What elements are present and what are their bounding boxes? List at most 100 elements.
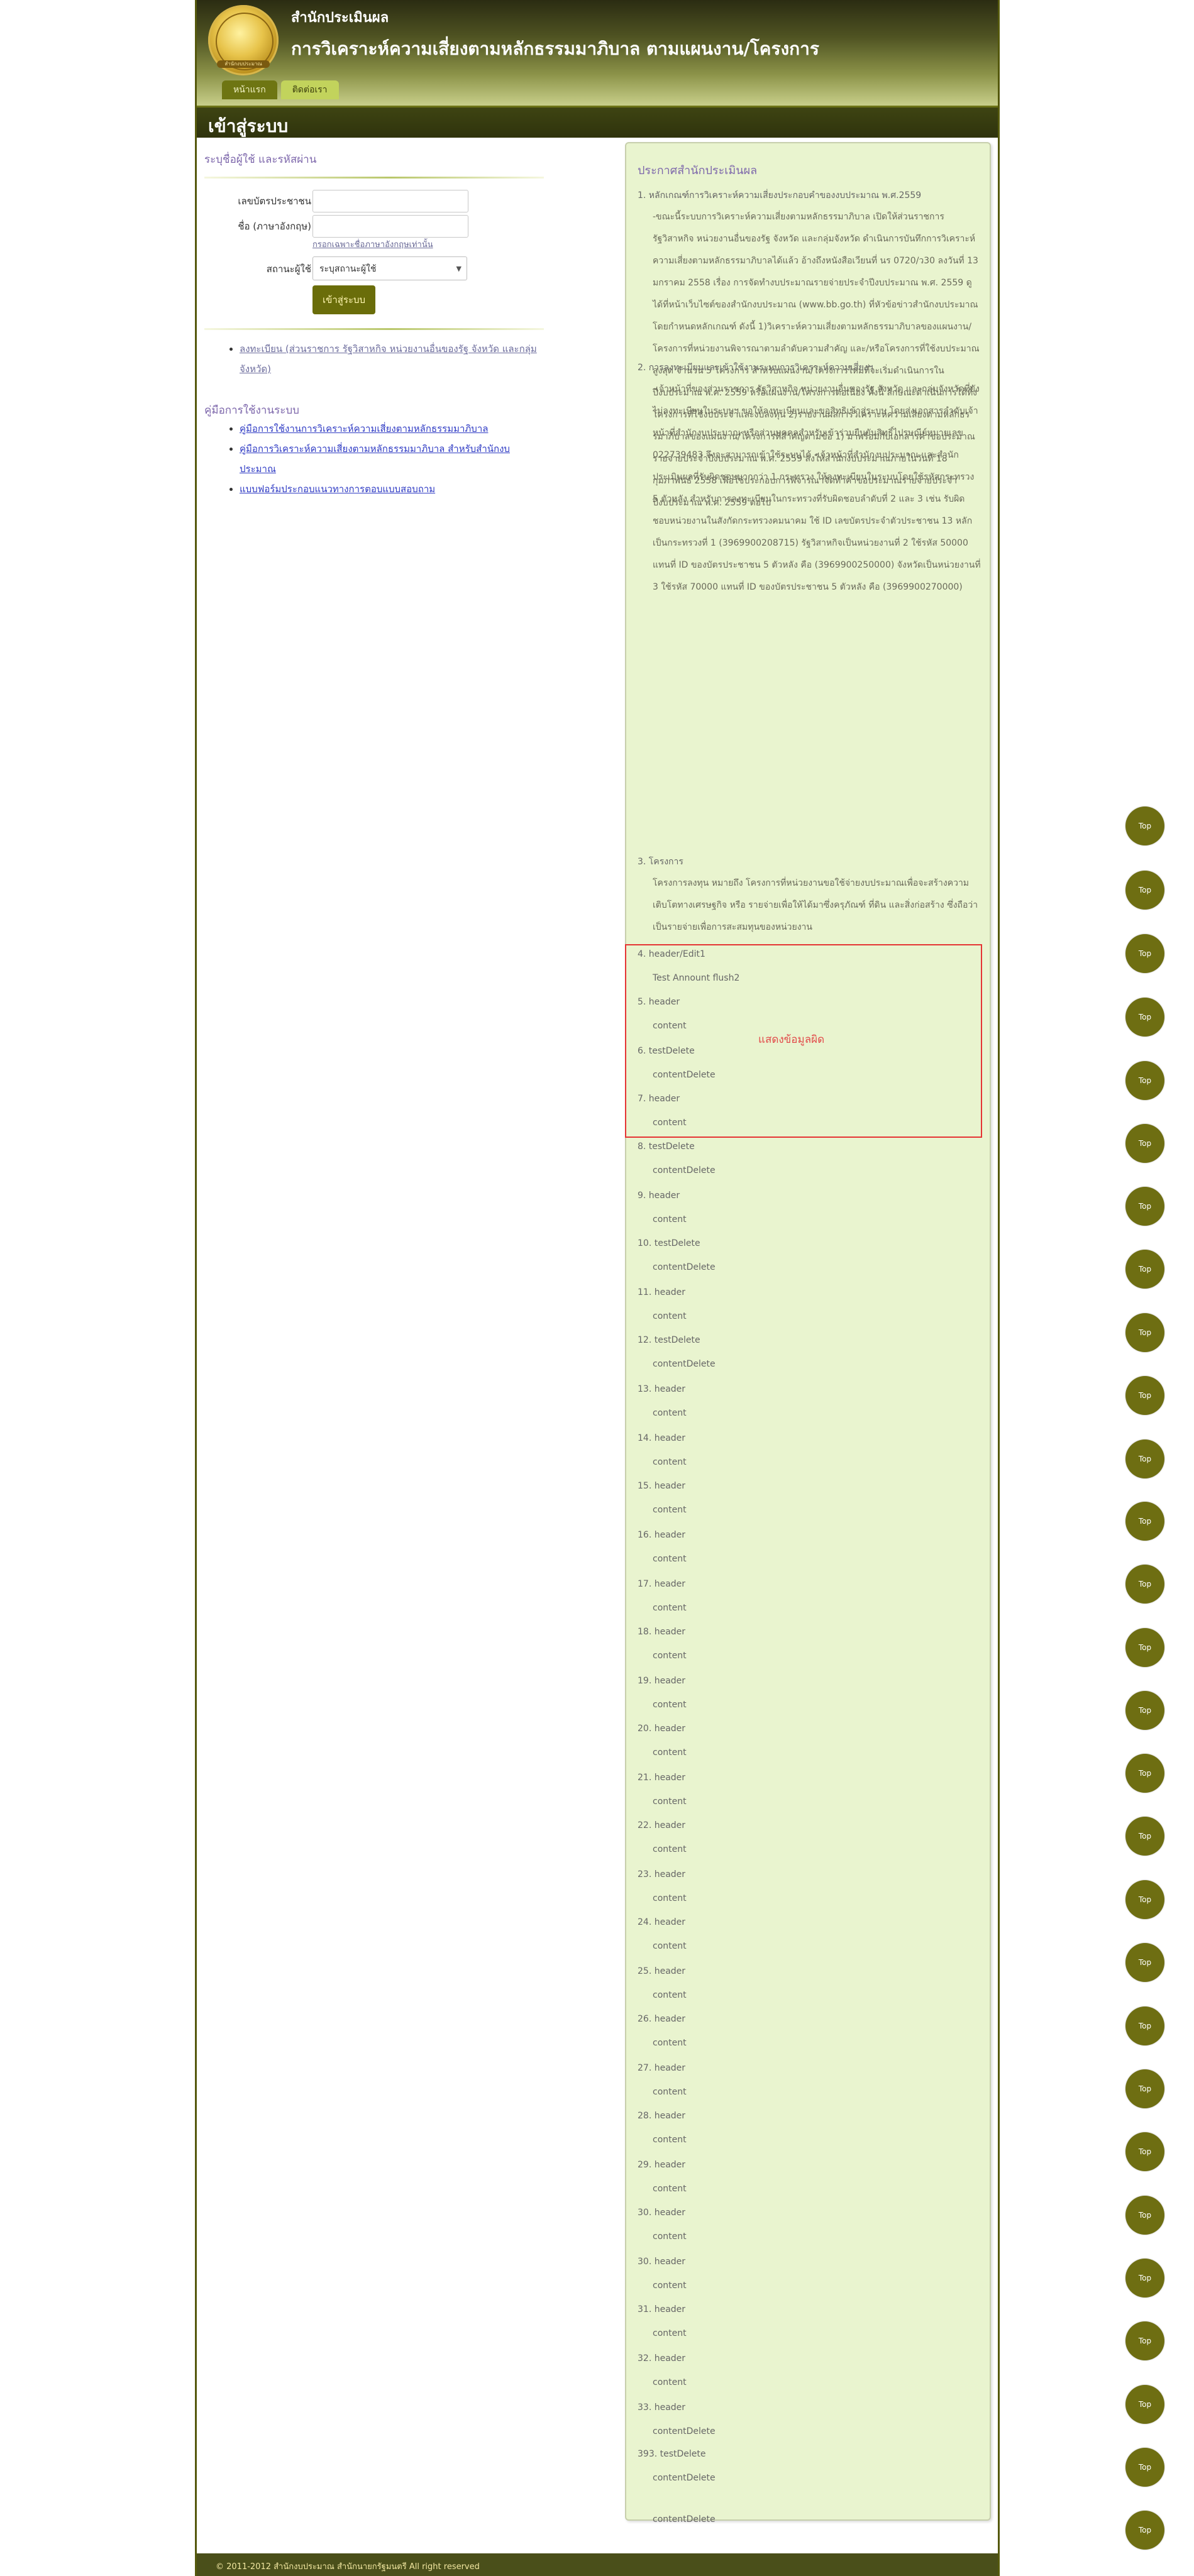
back-to-top-button[interactable]: Top — [1125, 2321, 1164, 2360]
logo-text: สำนักงบประมาณ — [217, 60, 270, 68]
back-to-top-button[interactable]: Top — [1125, 998, 1164, 1037]
back-to-top-button[interactable]: Top — [1125, 2196, 1164, 2235]
name-hint: กรอกเฉพาะชื่อภาษาอังกฤษเท่านั้น — [312, 240, 433, 250]
announcement-item-content: content — [653, 2232, 687, 2242]
announcement-item-content: content — [653, 1893, 687, 1903]
manual-link-usage[interactable]: คู่มือการใช้งานการวิเคราะห์ความเสี่ยงตาม… — [240, 423, 488, 434]
announcement-item-content: content — [653, 1554, 687, 1564]
announcement-item-title: 11. header — [638, 1287, 686, 1297]
announcement-item-title: 2. การลงทะเบียนและเข้าใช้งานระบบการวิเคร… — [638, 363, 873, 373]
error-message: แสดงข้อมูลผิด — [758, 1033, 825, 1046]
announcement-item-title: 33. header — [638, 2403, 686, 2413]
name-row: ชื่อ (ภาษาอังกฤษ) — [204, 212, 544, 238]
back-to-top-button[interactable]: Top — [1125, 806, 1164, 845]
announcement-item-title: 27. header — [638, 2063, 686, 2073]
english-name-input[interactable] — [312, 215, 468, 238]
manual-link-bureau[interactable]: คู่มือการวิเคราะห์ความเสี่ยงตามหลักธรรมม… — [240, 443, 510, 475]
announcement-item-content: content — [653, 1748, 687, 1758]
back-to-top-button[interactable]: Top — [1125, 1565, 1164, 1604]
nav-home[interactable]: หน้าแรก — [222, 80, 277, 99]
back-to-top-button[interactable]: Top — [1125, 1250, 1164, 1289]
announcement-item: 2. การลงทะเบียนและเข้าใช้งานระบบการวิเคร… — [638, 361, 981, 598]
id-row: เลขบัตรประชาชน — [204, 187, 544, 212]
register-list: ลงทะเบียน (ส่วนราชการ รัฐวิสาหกิจ หน่วยง… — [204, 339, 544, 379]
announcement-item-title: 18. header — [638, 1627, 686, 1637]
list-item: คู่มือการใช้งานการวิเคราะห์ความเสี่ยงตาม… — [240, 419, 544, 439]
announcement-item: 17. header content — [638, 1579, 981, 1613]
back-to-top-button[interactable]: Top — [1125, 2132, 1164, 2171]
back-to-top-button[interactable]: Top — [1125, 2385, 1164, 2424]
list-item: ลงทะเบียน (ส่วนราชการ รัฐวิสาหกิจ หน่วยง… — [240, 339, 544, 379]
site-header: สำนักงบประมาณ สำนักประเมินผล การวิเคราะห… — [197, 0, 998, 106]
back-to-top-button[interactable]: Top — [1125, 2069, 1164, 2108]
announcement-item-title: 393. testDelete — [638, 2449, 706, 2459]
announcement-item-content: contentDelete — [653, 1165, 716, 1175]
announcement-item: 30. header content — [638, 2257, 981, 2291]
announcement-item: 393. testDelete contentDelete — [638, 2449, 981, 2483]
nav-contact[interactable]: ติดต่อเรา — [280, 80, 339, 99]
back-to-top-button[interactable]: Top — [1125, 2511, 1164, 2550]
announcement-item: 29. header content — [638, 2160, 981, 2194]
back-to-top-button[interactable]: Top — [1125, 1187, 1164, 1226]
id-label: เลขบัตรประชาชน — [238, 195, 311, 207]
back-to-top-button[interactable]: Top — [1125, 1691, 1164, 1730]
back-to-top-button[interactable]: Top — [1125, 1376, 1164, 1415]
status-select-value: ระบุสถานะผู้ใช้ — [319, 264, 377, 274]
announcement-item-title: 28. header — [638, 2111, 686, 2121]
back-to-top-button[interactable]: Top — [1125, 2006, 1164, 2045]
back-to-top-button[interactable]: Top — [1125, 1502, 1164, 1541]
announcement-item-content: content — [653, 2184, 687, 2194]
status-select[interactable]: ระบุสถานะผู้ใช้ ▼ — [312, 256, 467, 280]
back-to-top-button[interactable]: Top — [1125, 1943, 1164, 1982]
announcement-item-title: 31. header — [638, 2304, 686, 2315]
announcement-item: 18. header content — [638, 1627, 981, 1661]
announcement-item-title: 1. หลักเกณฑ์การวิเคราะห์ความเสี่ยงประกอบ… — [638, 190, 922, 201]
manual-heading: คู่มือการใช้งานระบบ — [204, 404, 299, 417]
announcement-item: 16. header content — [638, 1530, 981, 1564]
announcement-item-content: content — [653, 2038, 687, 2048]
register-link[interactable]: ลงทะเบียน (ส่วนราชการ รัฐวิสาหกิจ หน่วยง… — [240, 343, 537, 375]
back-to-top-button[interactable]: Top — [1125, 1880, 1164, 1919]
id-card-input[interactable] — [312, 190, 468, 212]
back-to-top-button[interactable]: Top — [1125, 2259, 1164, 2298]
login-bar-title: เข้าสู่ระบบ — [208, 116, 289, 136]
announcement-item-content: content — [653, 1844, 687, 1854]
announcement-item-title: 23. header — [638, 1869, 686, 1880]
announcement-item-title: 10. testDelete — [638, 1238, 700, 1248]
back-to-top-button[interactable]: Top — [1125, 871, 1164, 910]
back-to-top-button[interactable]: Top — [1125, 934, 1164, 973]
main-nav: หน้าแรก ติดต่อเรา — [222, 80, 343, 99]
chevron-down-icon: ▼ — [456, 265, 462, 273]
status-row: สถานะผู้ใช้ ระบุสถานะผู้ใช้ ▼ — [204, 255, 544, 285]
announcement-item: 25. header content — [638, 1966, 981, 2000]
announcement-item-title: 24. header — [638, 1917, 686, 1927]
back-to-top-button[interactable]: Top — [1125, 1628, 1164, 1667]
announcement-item: 13. header content — [638, 1384, 981, 1418]
announcement-item: 31. header content — [638, 2304, 981, 2338]
announcement-item-content: content — [653, 1990, 687, 2000]
announcement-item: 12. testDelete contentDelete — [638, 1335, 981, 1369]
back-to-top-button[interactable]: Top — [1125, 1313, 1164, 1352]
back-to-top-button[interactable]: Top — [1125, 2448, 1164, 2487]
announcement-item: 8. testDelete contentDelete — [638, 1142, 981, 1175]
back-to-top-button[interactable]: Top — [1125, 1754, 1164, 1793]
announcement-item-content: content — [653, 1651, 687, 1661]
system-title: การวิเคราะห์ความเสี่ยงตามหลักธรรมมาภิบาล… — [291, 38, 819, 59]
login-button[interactable]: เข้าสู่ระบบ — [312, 285, 375, 314]
submit-row: เข้าสู่ระบบ — [204, 285, 544, 319]
announcement-item: 27. header content — [638, 2063, 981, 2097]
status-label: สถานะผู้ใช้ — [266, 263, 311, 275]
announcement-item-content: contentDelete — [653, 1359, 716, 1369]
announcement-item-content: content — [653, 1214, 687, 1225]
back-to-top-button[interactable]: Top — [1125, 1439, 1164, 1478]
announcement-item-content: contentDelete — [653, 2426, 716, 2436]
announcement-item-content: content — [653, 2087, 687, 2097]
back-to-top-button[interactable]: Top — [1125, 1124, 1164, 1163]
back-to-top-button[interactable]: Top — [1125, 1817, 1164, 1856]
back-to-top-button[interactable]: Top — [1125, 1061, 1164, 1100]
announcement-item-title: 3. โครงการ — [638, 857, 683, 867]
hint-row: กรอกเฉพาะชื่อภาษาอังกฤษเท่านั้น — [204, 238, 544, 253]
office-name: สำนักประเมินผล — [291, 10, 389, 26]
manual-link-form[interactable]: แบบฟอร์มประกอบแนวทางการตอบแบบสอบถาม — [240, 483, 435, 495]
announcement-item: 33. header contentDelete — [638, 2403, 981, 2436]
